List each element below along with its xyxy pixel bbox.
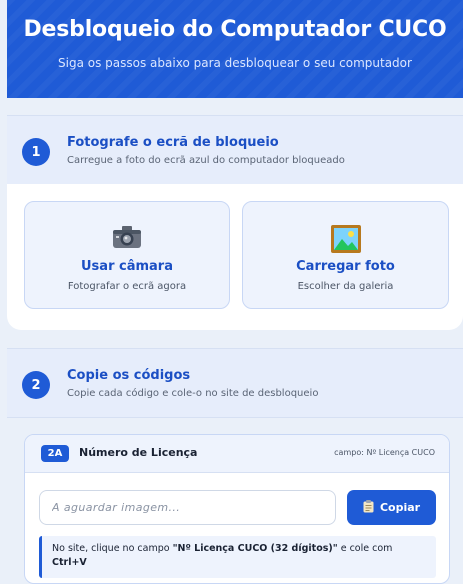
note-field-name: "Nº Licença CUCO (32 dígitos)" <box>172 543 338 554</box>
camera-icon <box>25 224 229 250</box>
copy-license-button[interactable]: Copiar <box>347 490 436 525</box>
license-number-section: 2A Número de Licença campo: Nº Licença C… <box>24 434 450 584</box>
page-header: Desbloqueio do Computador CUCO Siga os p… <box>7 0 463 98</box>
step-1-subtitle: Carregue a foto do ecrã azul do computad… <box>67 155 345 166</box>
step-1-header: 1 Fotografe o ecrã de bloqueio Carregue … <box>7 115 463 185</box>
license-step-badge: 2A <box>41 445 69 462</box>
upload-photo-sub: Escolher da galeria <box>297 281 394 292</box>
license-number-input[interactable] <box>39 490 336 525</box>
use-camera-sub: Fotografar o ecrã agora <box>67 281 187 292</box>
copy-label: Copiar <box>379 501 421 514</box>
step-1-title: Fotografe o ecrã de bloqueio <box>67 135 279 150</box>
note-shortcut: Ctrl+V <box>52 557 87 568</box>
step-2-number: 2 <box>22 371 50 399</box>
license-field-hint: campo: Nº Licença CUCO <box>334 448 435 457</box>
use-camera-button[interactable]: Usar câmara Fotografar o ecrã agora <box>24 201 230 309</box>
license-number-title: Número de Licença <box>79 446 198 459</box>
step-2-title: Copie os códigos <box>67 368 191 383</box>
upload-photo-button[interactable]: Carregar foto Escolher da galeria <box>242 201 449 309</box>
step-2-subtitle: Copie cada código e cole-o no site de de… <box>67 388 319 399</box>
license-number-header: 2A Número de Licença campo: Nº Licença C… <box>25 435 449 473</box>
note-middle: e cole com <box>337 543 393 554</box>
use-camera-label: Usar câmara <box>81 259 173 274</box>
page-title: Desbloqueio do Computador CUCO <box>23 17 447 42</box>
note-prefix: No site, clique no campo <box>52 543 173 554</box>
clipboard-icon <box>363 499 374 516</box>
step-1-number: 1 <box>22 138 50 166</box>
paste-instruction: No site, clique no campo "Nº Licença CUC… <box>39 536 436 578</box>
upload-photo-label: Carregar foto <box>296 259 395 274</box>
photo-options-panel: Usar câmara Fotografar o ecrã agora Carr… <box>7 184 463 330</box>
page-subtitle: Siga os passos abaixo para desbloquear o… <box>58 56 412 70</box>
picture-icon <box>243 224 448 253</box>
step-2-header: 2 Copie os códigos Copie cada código e c… <box>7 348 463 418</box>
